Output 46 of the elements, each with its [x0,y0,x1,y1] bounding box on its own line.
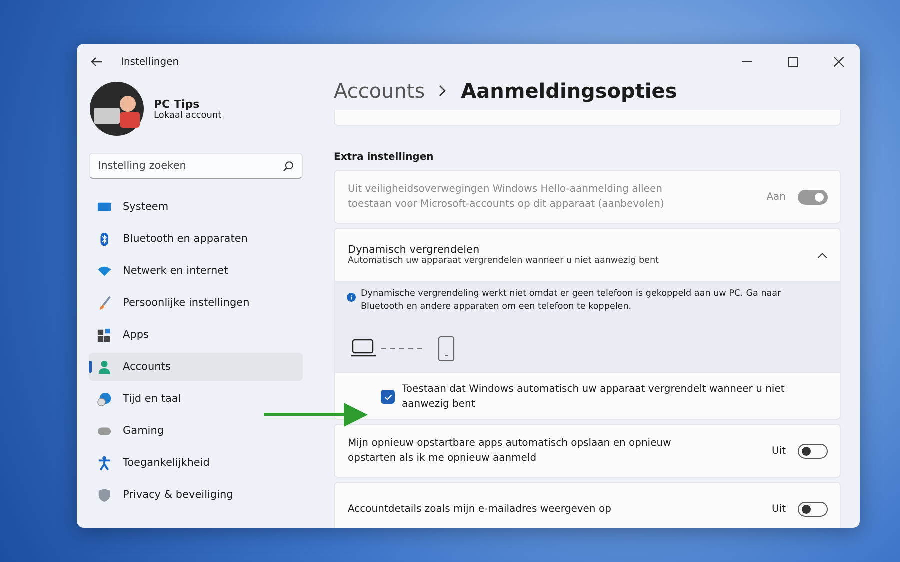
page-title: Aanmeldingsopties [461,79,678,103]
chevron-right-icon [439,85,448,97]
back-arrow-icon[interactable] [91,56,103,68]
toggle-state-label: Uit [772,504,786,514]
sidebar-item[interactable]: Persoonlijke instellingen [89,289,303,317]
search-icon [283,161,294,172]
maximize-icon[interactable] [788,57,798,67]
globe-clock-icon [97,392,112,406]
checkmark-icon [384,392,392,402]
account-type: Lokaal account [154,110,222,120]
sidebar-item[interactable]: Accounts [89,353,303,381]
setting-title: Dynamisch vergrendelen [348,244,481,256]
window-title: Instellingen [121,56,180,68]
chevron-icon[interactable] [817,252,828,258]
shield-icon [97,488,112,502]
setting-label: Uit veiligheidsoverwegingen Windows Hello-aanmelding alleen toestaan voor Microsoft-accounts op dit apparaat (aanbevolen) [348,183,666,212]
info-message: Dynamische vergrendeling werkt niet omdat er geen telefoon is gekoppeld aan uw PC. Ga naar Bluetooth en andere apparaten om een telefoon te koppelen. [361,288,782,314]
brush-icon [97,296,112,310]
sidebar-item[interactable]: Tijd en taal [89,385,303,413]
setting-label: Mijn opnieuw opstartbare apps automatisch opslaan en opnieuw opstarten als ik me opnieuw aanmeld [348,437,672,466]
person-icon [97,360,112,374]
sidebar-item[interactable]: Bluetooth en apparaten [89,225,303,253]
section-title: Extra instellingen [334,152,435,163]
accessibility-icon [97,456,112,470]
sidebar-item[interactable]: Privacy & beveiliging [89,481,303,509]
toggle-state-label: Aan [766,192,786,202]
apps-icon [97,328,112,342]
toggle-switch[interactable] [798,444,828,458]
sidebar-item[interactable]: Systeem [89,193,303,221]
info-icon [347,293,356,302]
avatar-drawing [90,82,144,136]
toggle-state-label: Uit [772,446,786,456]
user-name: PC Tips [154,98,201,110]
setting-label: Accountdetails zoals mijn e-mailadres weergeven op [348,502,612,516]
sidebar-item[interactable]: Gaming [89,417,303,445]
expander-header[interactable]: Dynamisch vergrendelen Automatisch uw apparaat vergrendelen wanneer u niet aanwezig bent [334,228,841,282]
breadcrumb-link[interactable]: Accounts [334,79,426,103]
search-field[interactable]: Instelling zoeken [89,153,303,179]
sidebar-item[interactable]: Netwerk en internet [89,257,303,285]
toggle-switch[interactable] [798,502,828,516]
setting-description: Automatisch uw apparaat vergrendelen wanneer u niet aanwezig bent [348,256,659,266]
sidebar-item[interactable]: Apps [89,321,303,349]
close-icon[interactable] [834,57,844,67]
checkbox[interactable] [381,390,395,404]
checkbox-label: Toestaan dat Windows automatisch uw apparaat vergrendelt wanneer u niet aanwezig bent [402,383,786,412]
sidebar-item[interactable]: Toegankelijkheid [89,449,303,477]
